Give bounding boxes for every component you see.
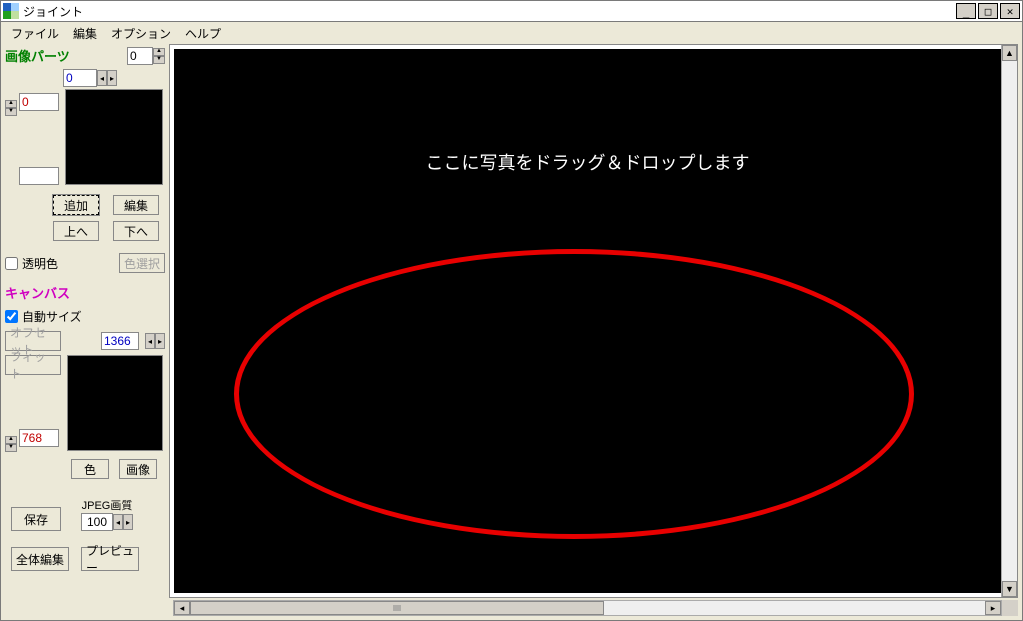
image-parts-header: 画像パーツ [5, 46, 70, 65]
bg-color-button[interactable]: 色 [71, 459, 109, 479]
minimize-button[interactable]: _ [956, 3, 976, 19]
jpeg-quality-stepper[interactable]: ◂▸ [113, 514, 133, 530]
canvas-container: ここに写真をドラッグ＆ドロップします ▲ ▼ [169, 44, 1018, 598]
parts-index-input[interactable]: 0 [127, 47, 153, 65]
canvas-width-stepper[interactable]: ◂▸ [145, 333, 165, 349]
menu-option[interactable]: オプション [105, 23, 177, 44]
transparent-label: 透明色 [22, 255, 58, 272]
hscroll-thumb[interactable] [190, 601, 604, 615]
menu-help[interactable]: ヘルプ [179, 23, 227, 44]
title-bar: ジョイント _ □ ✕ [0, 0, 1023, 22]
work-area: 画像パーツ 0 ▲▼ 0 ◂▸ ▲▼ 0 [0, 42, 1023, 621]
vscroll-track[interactable] [1002, 61, 1017, 581]
jpeg-quality-label: JPEG画質 [81, 497, 133, 513]
part-preview [65, 89, 163, 185]
scroll-right-button[interactable]: ▸ [985, 601, 1001, 615]
menu-edit[interactable]: 編集 [67, 23, 103, 44]
vertical-scrollbar[interactable]: ▲ ▼ [1001, 45, 1017, 597]
menu-file[interactable]: ファイル [5, 23, 65, 44]
up-button[interactable]: 上へ [53, 221, 99, 241]
y-input[interactable]: 0 [19, 93, 59, 111]
annotation-ellipse [234, 249, 914, 539]
jpeg-quality-input[interactable]: 100 [81, 513, 113, 531]
scroll-down-button[interactable]: ▼ [1002, 581, 1017, 597]
drop-hint-text: ここに写真をドラッグ＆ドロップします [174, 149, 1001, 175]
fit-button[interactable]: フィット [5, 355, 61, 375]
canvas-height-stepper[interactable]: ▲▼ [5, 436, 17, 452]
add-button[interactable]: 追加 [53, 195, 99, 215]
close-button[interactable]: ✕ [1000, 3, 1020, 19]
canvas-height-input[interactable]: 768 [19, 429, 59, 447]
main-panel: ここに写真をドラッグ＆ドロップします ▲ ▼ ◂ ▸ [169, 42, 1022, 620]
preview-button[interactable]: プレビュー [81, 547, 139, 571]
resize-grip[interactable] [1002, 600, 1018, 616]
color-select-button[interactable]: 色選択 [119, 253, 165, 273]
horizontal-scrollbar[interactable]: ◂ ▸ [173, 600, 1002, 616]
scroll-left-button[interactable]: ◂ [174, 601, 190, 615]
drop-canvas[interactable]: ここに写真をドラッグ＆ドロップします [174, 49, 1001, 593]
save-button[interactable]: 保存 [11, 507, 61, 531]
menu-bar: ファイル 編集 オプション ヘルプ [0, 22, 1023, 42]
canvas-width-input[interactable]: 1366 [101, 332, 139, 350]
parts-index-stepper[interactable]: ▲▼ [153, 48, 165, 64]
auto-size-checkbox[interactable]: 自動サイズ [5, 308, 165, 325]
bg-image-button[interactable]: 画像 [119, 459, 157, 479]
app-icon [3, 3, 19, 19]
edit-button[interactable]: 編集 [113, 195, 159, 215]
y-stepper[interactable]: ▲▼ [5, 100, 17, 116]
window-title: ジョイント [23, 3, 956, 20]
scroll-up-button[interactable]: ▲ [1002, 45, 1017, 61]
canvas-preview [67, 355, 163, 451]
transparent-checkbox[interactable]: 透明色 [5, 255, 58, 272]
auto-size-label: 自動サイズ [22, 308, 82, 325]
x-stepper[interactable]: ◂▸ [97, 70, 117, 86]
full-edit-button[interactable]: 全体編集 [11, 547, 69, 571]
maximize-button[interactable]: □ [978, 3, 998, 19]
side-panel: 画像パーツ 0 ▲▼ 0 ◂▸ ▲▼ 0 [1, 42, 169, 620]
canvas-header: キャンバス [5, 283, 165, 302]
small-blank-input[interactable] [19, 167, 59, 185]
window-controls: _ □ ✕ [956, 3, 1020, 19]
down-button[interactable]: 下へ [113, 221, 159, 241]
x-input[interactable]: 0 [63, 69, 97, 87]
